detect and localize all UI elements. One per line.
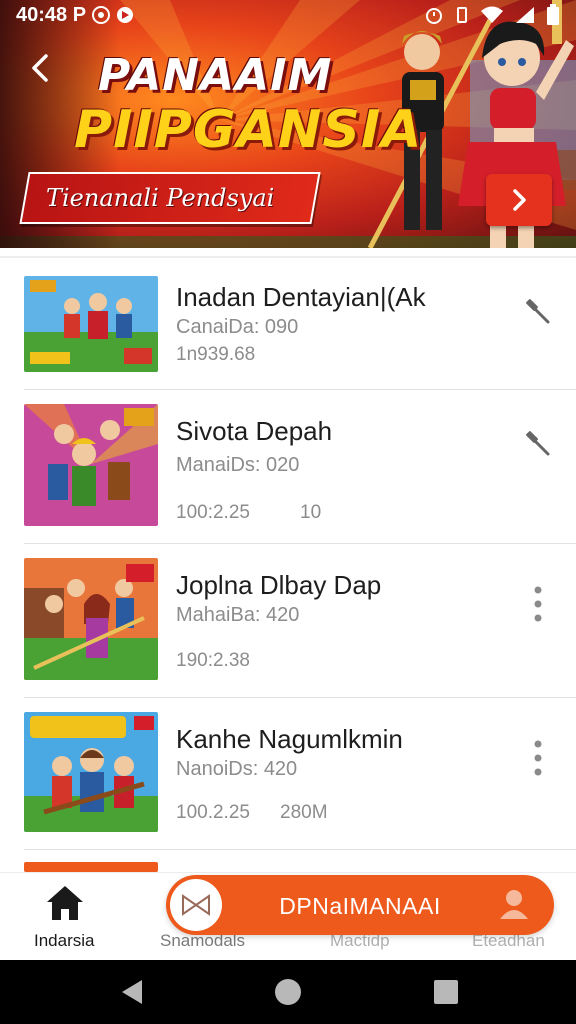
list-item[interactable]: Joplna Dlbay Dap MahaiBa: 420 190:2.38 xyxy=(0,544,576,698)
game-meta-secondary: 280M xyxy=(280,802,328,823)
nav-label-home: Indarsia xyxy=(34,931,95,950)
list-item[interactable]: Sivota Depah ManaiDs: 020 100:2.25 10 xyxy=(0,390,576,544)
status-time: 40:48 P xyxy=(16,3,87,26)
status-right xyxy=(424,4,560,26)
game-title: Joplna Dlbay Dap xyxy=(176,570,382,600)
notification-app-icon xyxy=(117,7,134,23)
battery-icon xyxy=(547,4,559,25)
system-navigation-bar xyxy=(0,960,576,1024)
more-vertical-icon xyxy=(534,740,542,776)
system-home-icon[interactable] xyxy=(274,978,302,1006)
banner-next-button[interactable] xyxy=(486,174,552,226)
profile-icon[interactable] xyxy=(492,883,536,927)
status-bar: 40:48 P xyxy=(0,0,576,30)
game-thumbnail xyxy=(24,712,158,832)
list-item[interactable]: Kanhe Nagumlkmin NanoiDs: 420 100.2.25 2… xyxy=(0,698,576,850)
nav-item-home[interactable]: Indarsia xyxy=(20,873,110,961)
chevron-left-icon xyxy=(32,54,48,82)
game-subtitle: NanoiDs: 420 xyxy=(176,758,298,780)
back-button[interactable] xyxy=(22,48,62,88)
game-subtitle: ManaiDs: 020 xyxy=(176,454,300,476)
game-meta-secondary: 10 xyxy=(300,502,322,523)
hammer-icon xyxy=(526,299,550,324)
row-action-button[interactable] xyxy=(522,292,554,332)
hero-banner[interactable]: PANAAIM PIIPGANSIA Tienanali Pendsyai xyxy=(0,0,576,248)
more-vertical-icon xyxy=(534,586,542,622)
game-thumbnail xyxy=(24,862,158,872)
status-left: 40:48 P xyxy=(16,4,134,27)
game-meta: 100:2.25 xyxy=(176,502,250,523)
game-meta: 1n939.68 xyxy=(176,344,256,365)
game-thumbnail xyxy=(24,404,158,526)
row-action-button[interactable] xyxy=(522,584,554,624)
game-title: Sivota Depah xyxy=(176,416,333,446)
chevron-right-icon xyxy=(513,189,526,211)
list-item[interactable]: Inadan Dentayian|(Ak CanaiDa: 090 1n939.… xyxy=(0,256,576,390)
list-item[interactable] xyxy=(0,850,576,872)
game-thumbnail xyxy=(24,558,158,680)
signal-icon xyxy=(516,7,534,23)
app-screen: PANAAIM PIIPGANSIA Tienanali Pendsyai 40… xyxy=(0,0,576,1024)
system-recents-icon[interactable] xyxy=(432,978,460,1006)
game-title: Inadan Dentayian|(Ak xyxy=(176,282,426,312)
row-action-button[interactable] xyxy=(522,738,554,778)
banner-ribbon-text: Tienanali Pendsyai xyxy=(46,184,275,212)
game-subtitle: MahaiBa: 420 xyxy=(176,604,300,626)
hammer-icon xyxy=(526,431,550,456)
wifi-icon xyxy=(481,6,503,23)
bottom-navigation: Indarsia Snamodals Mactidp Eteadhan DPNa… xyxy=(0,872,576,960)
alarm-icon xyxy=(426,8,442,24)
game-title: Kanhe Nagumlkmin xyxy=(176,724,403,754)
home-icon xyxy=(47,886,83,920)
vibrate-icon xyxy=(457,7,467,23)
row-action-button[interactable] xyxy=(522,424,554,464)
game-subtitle: CanaiDa: 090 xyxy=(176,316,299,338)
banner-title-line1: PANAAIM xyxy=(98,50,333,101)
system-back-icon[interactable] xyxy=(118,978,146,1006)
game-thumbnail xyxy=(24,276,158,372)
record-icon xyxy=(92,6,111,24)
primary-cta-button[interactable]: DPNaIMANAAI xyxy=(166,875,554,935)
game-meta: 100.2.25 xyxy=(176,802,250,823)
banner-title-line2: PIIPGANSIA xyxy=(74,100,423,160)
game-meta: 190:2.38 xyxy=(176,650,250,671)
game-list: Inadan Dentayian|(Ak CanaiDa: 090 1n939.… xyxy=(0,256,576,872)
